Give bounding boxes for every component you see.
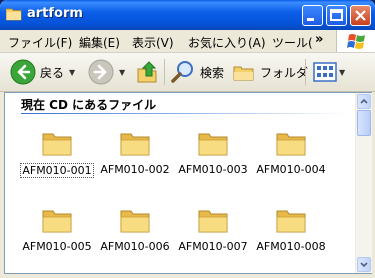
up-folder-button[interactable] (136, 53, 160, 91)
scroll-thumb[interactable] (357, 110, 371, 136)
folder-icon (120, 210, 150, 233)
file-item[interactable]: AFM010-005 (17, 206, 97, 253)
file-item[interactable]: AFM010-006 (95, 206, 175, 253)
scroll-down-arrow-icon (360, 262, 368, 268)
up-folder-icon (137, 61, 157, 83)
forward-dropdown-icon[interactable]: ▼ (119, 68, 125, 77)
menu-favorites[interactable]: お気に入り(A) (188, 34, 266, 51)
file-name: AFM010-008 (256, 240, 326, 253)
menu-bar: ファイル(F) 編集(E) 表示(V) お気に入り(A) ツール( » (0, 30, 375, 53)
close-button[interactable] (350, 5, 371, 26)
close-icon (355, 10, 366, 21)
file-name: AFM010-003 (178, 163, 248, 176)
menu-edit[interactable]: 編集(E) (79, 34, 120, 51)
toolbar-separator (305, 59, 306, 85)
toolbar-separator (164, 59, 165, 85)
file-name: AFM010-001 (20, 163, 94, 178)
folder-icon (6, 8, 22, 21)
file-name: AFM010-006 (100, 240, 170, 253)
toolbar: 戻る ▼ ▼ 検索 フォルダ ▼ (0, 53, 375, 92)
search-button[interactable]: 検索 (170, 53, 224, 91)
views-button[interactable]: ▼ (313, 53, 345, 91)
folder-icon (276, 210, 306, 233)
views-icon (313, 62, 337, 82)
group-header-divider (21, 113, 349, 114)
folders-label: フォルダ (260, 65, 309, 80)
folder-icon (276, 133, 306, 156)
file-item[interactable]: AFM010-008 (251, 206, 331, 253)
folder-icon (120, 133, 150, 156)
search-label: 検索 (200, 65, 225, 80)
file-list-pane[interactable]: 現在 CD にあるファイル AFM010-001 AFM010-002 AFM0… (4, 92, 372, 274)
menu-overflow-chevron[interactable]: » (315, 32, 323, 47)
folder-icon (198, 210, 228, 233)
menu-tools[interactable]: ツール( (272, 34, 313, 51)
file-item[interactable]: AFM010-001 (17, 129, 97, 178)
windows-flag-icon (347, 34, 365, 49)
maximize-icon (330, 9, 343, 21)
minimize-icon (307, 18, 314, 21)
maximize-button[interactable] (326, 5, 347, 26)
folder-icon (42, 133, 72, 156)
file-name: AFM010-002 (100, 163, 170, 176)
search-icon (171, 61, 193, 83)
back-button[interactable]: 戻る ▼ (10, 53, 75, 91)
menu-file[interactable]: ファイル(F) (8, 34, 72, 51)
forward-arrow-icon (88, 59, 114, 85)
scroll-down-button[interactable] (357, 257, 371, 272)
windows-logo (336, 30, 375, 52)
minimize-button[interactable] (302, 5, 323, 26)
scroll-up-button[interactable] (357, 94, 371, 109)
scroll-up-arrow-icon (360, 98, 368, 104)
back-arrow-icon (10, 59, 36, 85)
file-name: AFM010-005 (22, 240, 92, 253)
file-item[interactable]: AFM010-004 (251, 129, 331, 176)
group-header: 現在 CD にあるファイル (21, 98, 157, 112)
folder-icon (42, 210, 72, 233)
menu-view[interactable]: 表示(V) (132, 34, 174, 51)
file-name: AFM010-004 (256, 163, 326, 176)
file-item[interactable]: AFM010-003 (173, 129, 253, 176)
title-bar[interactable]: artform (0, 0, 375, 30)
vertical-scrollbar[interactable] (355, 93, 372, 273)
folder-icon (198, 133, 228, 156)
folders-button[interactable]: フォルダ (232, 53, 308, 91)
file-name: AFM010-007 (178, 240, 248, 253)
file-item[interactable]: AFM010-007 (173, 206, 253, 253)
folders-icon (233, 66, 254, 81)
file-item[interactable]: AFM010-002 (95, 129, 175, 176)
window-title: artform (27, 6, 83, 21)
back-dropdown-icon[interactable]: ▼ (69, 68, 75, 77)
explorer-window: artform ファイル(F) 編集(E) 表示(V) お気に入り(A) ツール… (0, 0, 375, 278)
views-dropdown-icon[interactable]: ▼ (339, 68, 345, 77)
forward-button[interactable]: ▼ (88, 53, 125, 91)
back-label: 戻る (40, 65, 65, 80)
